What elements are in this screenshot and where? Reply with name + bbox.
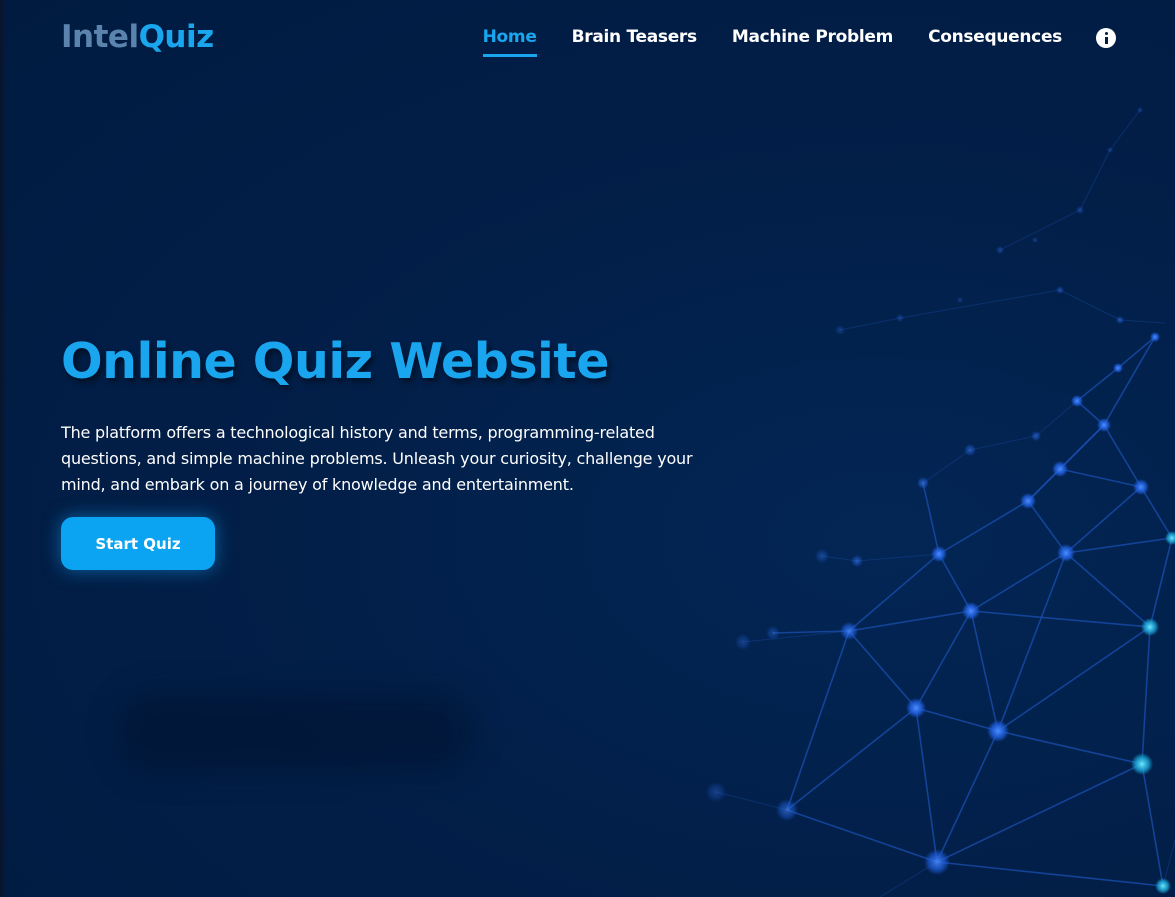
nav-link-brain-teasers[interactable]: Brain Teasers bbox=[572, 27, 698, 47]
decorative-shadow bbox=[115, 690, 475, 775]
page: IntelQuiz Home Brain Teasers Machine Pro… bbox=[0, 0, 1175, 897]
window-edge bbox=[0, 0, 6, 897]
nav-link-home[interactable]: Home bbox=[482, 27, 537, 57]
info-icon[interactable] bbox=[1096, 28, 1116, 48]
start-quiz-button[interactable]: Start Quiz bbox=[61, 517, 215, 570]
top-navbar: IntelQuiz Home Brain Teasers Machine Pro… bbox=[0, 0, 1175, 80]
nav-menu: Home Brain Teasers Machine Problem Conse… bbox=[448, 27, 1062, 57]
nav-link-consequences[interactable]: Consequences bbox=[928, 27, 1062, 47]
site-logo[interactable]: IntelQuiz bbox=[61, 19, 214, 55]
logo-text-quiz: Quiz bbox=[138, 19, 215, 55]
hero-title: Online Quiz Website bbox=[61, 333, 609, 390]
hero-description: The platform offers a technological hist… bbox=[61, 423, 693, 494]
nav-link-machine-problem[interactable]: Machine Problem bbox=[732, 27, 894, 47]
logo-text-intel: Intel bbox=[61, 19, 139, 55]
